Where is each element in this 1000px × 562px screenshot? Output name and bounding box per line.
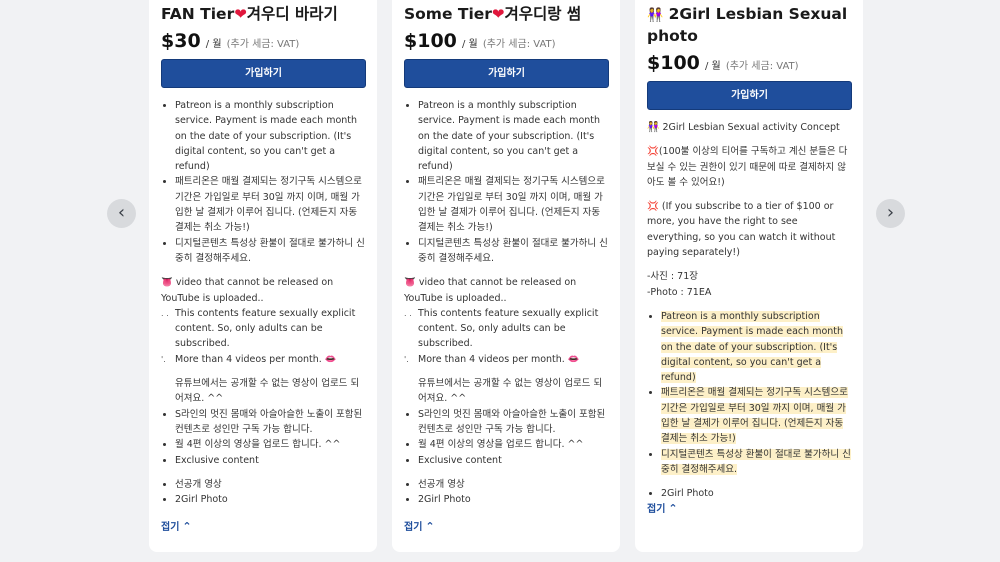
korean-line: 유튜브에서는 공개할 수 없는 영상이 업로드 되어져요. ^^ xyxy=(418,378,603,405)
next-arrow-icon[interactable]: › xyxy=(876,199,905,228)
couple-icon: 👭 xyxy=(647,122,660,133)
collapse-button[interactable]: 접기 ⌃ xyxy=(404,518,435,533)
collapse-label: 접기 xyxy=(161,522,180,533)
anger-icon: 💢 xyxy=(647,201,659,213)
list-item: 선공개 영상 xyxy=(175,477,365,492)
sparkle-icon: . . xyxy=(161,308,169,318)
lips-icon: 👄 xyxy=(324,353,337,365)
photo-count-ko: -사진 : 71장 xyxy=(647,271,698,283)
sparkle-icon: '. xyxy=(161,354,166,364)
tier-subtitle: 겨우디랑 썸 xyxy=(504,5,582,23)
price-row: $100 / 월 (추가 세금: VAT) xyxy=(647,52,851,74)
lips-icon: 👄 xyxy=(567,353,580,365)
video-line: 👅 video that cannot be released on YouTu… xyxy=(404,275,608,306)
tier-description: Patreon is a monthly subscription servic… xyxy=(161,98,365,507)
english-notice-text: (If you subscribe to a tier of $100 or m… xyxy=(647,201,836,259)
korean-notice-text: (100불 이상의 티어를 구독하고 계신 분들은 다 보실 수 있는 권한이 … xyxy=(647,146,848,188)
concept-line: 👭 2Girl Lesbian Sexual activity Concept xyxy=(647,120,851,135)
chevron-up-icon: ⌃ xyxy=(425,520,435,533)
tier-title: FAN Tier❤겨우디 바라기 xyxy=(161,4,365,25)
tier-name: 2Girl Lesbian Sexual photo xyxy=(647,5,848,45)
list-item: Exclusive content xyxy=(175,453,365,468)
collapse-button[interactable]: 접기 ⌃ xyxy=(161,518,192,533)
list-item: Patreon is a monthly subscription servic… xyxy=(418,98,608,174)
vat-note: (추가 세금: VAT) xyxy=(482,39,556,50)
sub-item: '. More than 4 videos per month. 👄 xyxy=(404,352,608,367)
collapse-button[interactable]: 접기 ⌃ xyxy=(647,500,678,515)
chevron-up-icon: ⌃ xyxy=(182,520,192,533)
photo-count-en: -Photo : 71EA xyxy=(647,286,712,298)
price-period: / 월 xyxy=(461,39,478,50)
tier-card-fan: FAN Tier❤겨우디 바라기 $30 / 월 (추가 세금: VAT) 가입… xyxy=(149,0,377,552)
list-item: 2Girl Photo xyxy=(175,492,365,507)
price-row: $30 / 월 (추가 세금: VAT) xyxy=(161,30,365,52)
tier-price: $100 xyxy=(647,52,700,74)
list-item: Exclusive content xyxy=(418,453,608,468)
price-period: / 월 xyxy=(205,39,222,50)
collapse-label: 접기 xyxy=(404,522,423,533)
vat-note: (추가 세금: VAT) xyxy=(226,39,300,50)
list-item: 2Girl Photo xyxy=(418,492,608,507)
list-item: Patreon is a monthly subscription servic… xyxy=(661,309,851,385)
list-item: 디지털콘텐츠 특성상 환불이 절대로 불가하니 신중히 결정해주세요. xyxy=(418,236,608,267)
list-item: 선공개 영상 xyxy=(418,477,608,492)
tier-description: Patreon is a monthly subscription servic… xyxy=(404,98,608,507)
heart-icon: ❤ xyxy=(491,5,505,23)
price-period: / 월 xyxy=(704,61,721,72)
heart-icon: ❤ xyxy=(234,5,247,23)
highlighted-text: Patreon is a monthly subscription servic… xyxy=(661,310,844,384)
list-item: Patreon is a monthly subscription servic… xyxy=(175,98,365,174)
tier-description: 👭 2Girl Lesbian Sexual activity Concept … xyxy=(647,120,851,502)
sub-item-text: This contents feature sexually explicit … xyxy=(175,307,356,350)
sub-item: . . This contents feature sexually explic… xyxy=(404,306,608,352)
anger-icon: 💢 xyxy=(647,146,659,158)
couple-icon: 👭 xyxy=(647,8,664,23)
list-item: 디지털콘텐츠 특성상 환불이 절대로 불가하니 신중히 결정해주세요. xyxy=(661,447,851,478)
list-item: 디지털콘텐츠 특성상 환불이 절대로 불가하니 신중히 결정해주세요. xyxy=(175,236,365,267)
tongue-icon: 👅 xyxy=(404,277,416,289)
video-line-text: video that cannot be released on YouTube… xyxy=(404,277,577,304)
list-item: 패트리온은 매월 결제되는 정기구독 시스템으로 기간은 가입일로 부터 30일… xyxy=(175,174,365,235)
sub-item-text: More than 4 videos per month. xyxy=(175,353,322,365)
list-item: 패트리온은 매월 결제되는 정기구독 시스템으로 기간은 가입일로 부터 30일… xyxy=(661,385,851,446)
video-line-text: video that cannot be released on YouTube… xyxy=(161,277,334,304)
list-item: S라인의 멋진 몸매와 아슬아슬한 노출이 포함된 컨텐츠로 성인만 구독 가능… xyxy=(418,407,608,438)
sub-item: . . This contents feature sexually explic… xyxy=(161,306,365,352)
tier-title: 👭 2Girl Lesbian Sexual photo xyxy=(647,4,851,47)
price-row: $100 / 월 (추가 세금: VAT) xyxy=(404,30,608,52)
tier-title: Some Tier❤겨우디랑 썸 xyxy=(404,4,608,25)
english-notice: 💢 (If you subscribe to a tier of $100 or… xyxy=(647,199,851,260)
tier-price: $100 xyxy=(404,30,457,52)
tier-price: $30 xyxy=(161,30,201,52)
list-item: 패트리온은 매월 결제되는 정기구독 시스템으로 기간은 가입일로 부터 30일… xyxy=(418,174,608,235)
sparkle-icon: '. xyxy=(404,354,409,364)
tier-name: Some Tier xyxy=(404,5,492,23)
list-item: S라인의 멋진 몸매와 아슬아슬한 노출이 포함된 컨텐츠로 성인만 구독 가능… xyxy=(175,407,365,438)
tier-name: FAN Tier xyxy=(161,5,235,23)
collapse-label: 접기 xyxy=(647,504,666,515)
highlighted-text: 디지털콘텐츠 특성상 환불이 절대로 불가하니 신중히 결정해주세요. xyxy=(661,448,851,475)
sparkle-icon: . . xyxy=(404,308,412,318)
video-line: 👅 video that cannot be released on YouTu… xyxy=(161,275,365,306)
chevron-up-icon: ⌃ xyxy=(668,502,678,515)
join-button[interactable]: 가입하기 xyxy=(161,59,366,88)
tier-card-lesbian-photo: 👭 2Girl Lesbian Sexual photo $100 / 월 (추… xyxy=(635,0,863,552)
sub-item: '. More than 4 videos per month. 👄 xyxy=(161,352,365,367)
join-button[interactable]: 가입하기 xyxy=(404,59,609,88)
korean-line: 유튜브에서는 공개할 수 없는 영상이 업로드 되어져요. ^^ xyxy=(175,378,360,405)
join-button[interactable]: 가입하기 xyxy=(647,81,852,110)
list-item: 월 4편 이상의 영상을 업로드 합니다. ^^ xyxy=(175,437,365,452)
tier-subtitle: 겨우디 바라기 xyxy=(246,5,338,23)
tongue-icon: 👅 xyxy=(161,277,173,289)
sub-item-text: This contents feature sexually explicit … xyxy=(418,307,599,350)
list-item: 2Girl Photo xyxy=(661,486,851,501)
vat-note: (추가 세금: VAT) xyxy=(725,61,799,72)
highlighted-text: 패트리온은 매월 결제되는 정기구독 시스템으로 기간은 가입일로 부터 30일… xyxy=(661,387,848,445)
korean-notice: 💢(100불 이상의 티어를 구독하고 계신 분들은 다 보실 수 있는 권한이… xyxy=(647,144,851,190)
sub-item-text: More than 4 videos per month. xyxy=(418,353,565,365)
previous-arrow-icon[interactable]: ‹ xyxy=(107,199,136,228)
tier-card-some: Some Tier❤겨우디랑 썸 $100 / 월 (추가 세금: VAT) 가… xyxy=(392,0,620,552)
concept-text: 2Girl Lesbian Sexual activity Concept xyxy=(662,122,840,133)
list-item: 월 4편 이상의 영상을 업로드 합니다. ^^ xyxy=(418,437,608,452)
